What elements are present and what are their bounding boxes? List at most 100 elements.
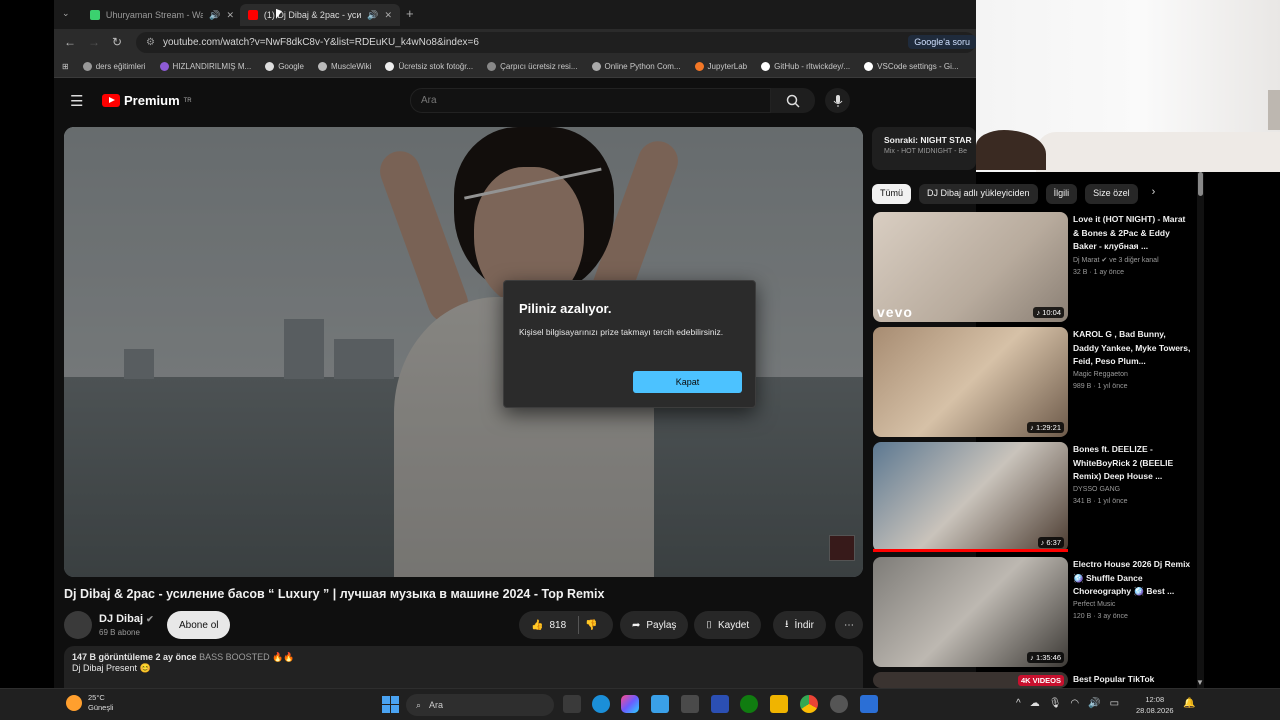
recommendation-views: 341 B · 1 yıl önce: [1073, 497, 1128, 505]
app-icon[interactable]: [681, 695, 699, 713]
kick-favicon-icon: [90, 10, 100, 20]
dialog-title: Piliniz azalıyor.: [519, 301, 612, 316]
subscribe-button[interactable]: Abone ol: [167, 611, 231, 639]
download-button[interactable]: ⭳ İndir: [773, 611, 826, 639]
recommendation-thumbnail[interactable]: vevo ♪ 10:04: [873, 212, 1073, 322]
forward-icon[interactable]: →: [88, 35, 100, 49]
bookmark-item[interactable]: ders eğitimleri: [82, 62, 146, 71]
site-info-icon[interactable]: ⚙: [146, 37, 155, 48]
microphone-icon: [833, 94, 842, 107]
like-icon[interactable]: 👍: [531, 620, 543, 631]
bookmark-item[interactable]: JupyterLab: [694, 62, 747, 71]
taskbar-search-placeholder: Ara: [429, 700, 444, 710]
voice-search-button[interactable]: [825, 88, 850, 113]
speaker-icon[interactable]: 🔊: [367, 10, 378, 21]
next-up-card[interactable]: Sonraki: NIGHT STAR Mix - HOT MIDNIGHT -…: [872, 127, 976, 170]
like-count[interactable]: 818: [549, 620, 566, 631]
view-count-date: 147 B görüntüleme 2 ay önce: [72, 652, 197, 662]
tab-close-icon[interactable]: ✕: [384, 10, 392, 21]
speaker-icon[interactable]: 🔊: [209, 10, 220, 21]
dislike-icon[interactable]: 👎: [585, 620, 597, 631]
recommendation-thumbnail[interactable]: ♪ 6:37: [873, 442, 1073, 552]
new-tab-button[interactable]: +: [406, 6, 414, 21]
task-view-icon[interactable]: [563, 695, 581, 713]
bookmark-item[interactable]: MuscleWiki: [317, 62, 371, 71]
share-button[interactable]: ➦ Paylaş: [620, 611, 689, 639]
tab-close-icon[interactable]: ✕: [226, 10, 234, 21]
page-scrollbar[interactable]: [1197, 172, 1204, 688]
volume-icon[interactable]: 🔊: [1088, 698, 1100, 709]
chip-for-you[interactable]: Size özel: [1085, 184, 1138, 204]
apps-icon[interactable]: ⊞: [62, 62, 69, 71]
scroll-down-arrow-icon[interactable]: ▼: [1196, 678, 1204, 687]
recommendation-thumbnail[interactable]: ♪ 1:35:46: [873, 557, 1073, 667]
bookmark-item[interactable]: Google: [265, 62, 304, 71]
bookmark-item[interactable]: Ücretsiz stok fotoğr...: [385, 62, 473, 71]
recommendation-info[interactable]: Best Popular TikTok: [1073, 673, 1193, 687]
low-battery-dialog: Piliniz azalıyor. Kişisel bilgisayarınız…: [503, 280, 756, 408]
bookmark-item[interactable]: Çarpıcı ücretsiz resi...: [487, 62, 578, 71]
tab-search-icon[interactable]: ⌄: [62, 8, 70, 19]
youtube-premium-logo[interactable]: Premium TR: [102, 93, 192, 108]
taskbar-search[interactable]: ⌕ Ara: [406, 694, 554, 716]
chip-all[interactable]: Tümü: [872, 184, 912, 204]
file-explorer-icon[interactable]: [770, 695, 788, 713]
youtube-header: ☰ Premium TR Ara: [54, 78, 976, 122]
search-button[interactable]: [771, 88, 815, 113]
xbox-icon[interactable]: [740, 695, 758, 713]
store-icon[interactable]: [651, 695, 669, 713]
copilot-icon[interactable]: [621, 695, 639, 713]
chevron-right-icon[interactable]: ›: [1146, 184, 1162, 204]
logo-region: TR: [183, 97, 192, 104]
app-icon[interactable]: [860, 695, 878, 713]
clock[interactable]: 12:08 28.08.2026: [1136, 694, 1174, 716]
wifi-icon[interactable]: ◠: [1070, 698, 1079, 709]
more-actions-button[interactable]: ⋯: [835, 611, 863, 639]
back-icon[interactable]: ←: [64, 35, 76, 49]
dialog-message: Kişisel bilgisayarınızı prize takmayı te…: [519, 327, 724, 337]
start-button[interactable]: [382, 696, 399, 713]
bookmark-icon: [159, 62, 169, 71]
edge-icon[interactable]: [592, 695, 610, 713]
recommendation-info[interactable]: Bones ft. DEELIZE - WhiteBoyRick 2 (BEEL…: [1073, 443, 1193, 505]
battery-icon[interactable]: ▭: [1110, 698, 1119, 709]
save-button[interactable]: ⌷ Kaydet: [694, 611, 762, 639]
bookmark-item[interactable]: GitHub - rltwickdey/...: [761, 62, 850, 71]
url-text: youtube.com/watch?v=NwF8dkC8v-Y&list=RDE…: [162, 37, 479, 48]
recommendation-thumbnail[interactable]: ♪ 1:29:21: [873, 327, 1073, 437]
bookmark-item[interactable]: Online Python Com...: [591, 62, 681, 71]
description-box[interactable]: 147 B görüntüleme 2 ay önce BASS BOOSTED…: [64, 646, 863, 688]
tab-strip: ⌄ Uhuryaman Stream - Watc 🔊 ✕ (1) Dj Dib…: [54, 0, 976, 29]
search-input[interactable]: Ara: [410, 88, 771, 113]
app-icon[interactable]: [830, 695, 848, 713]
menu-icon[interactable]: ☰: [70, 92, 83, 110]
chrome-icon[interactable]: [800, 695, 818, 713]
chip-uploader[interactable]: DJ Dibaj adlı yükleyiciden: [919, 184, 1038, 204]
notification-bell-icon[interactable]: 🔔: [1183, 698, 1195, 709]
bookmark-item[interactable]: HIZLANDIRILMIŞ M...: [159, 62, 251, 71]
scrollbar-thumb[interactable]: [1198, 172, 1203, 196]
reload-icon[interactable]: ↻: [112, 35, 122, 49]
sun-icon: [66, 695, 82, 711]
show-hidden-icons-icon[interactable]: ^: [1016, 698, 1021, 709]
channel-avatar[interactable]: [64, 611, 92, 639]
recommendation-info[interactable]: Electro House 2026 Dj Remix 🪩 Shuffle Da…: [1073, 558, 1193, 620]
channel-name[interactable]: DJ Dibaj ✔: [99, 613, 154, 625]
cloud-icon[interactable]: ☁: [1030, 698, 1040, 709]
bookmark-item[interactable]: VSCode settings - Gi...: [864, 62, 959, 71]
chip-related[interactable]: İlgili: [1045, 184, 1078, 204]
recommendation-info[interactable]: Love it (HOT NIGHT) - Marat & Bones & 2P…: [1073, 213, 1193, 276]
google-ask-chip[interactable]: Google'a soru: [908, 35, 976, 49]
bookmark-icon: [317, 62, 327, 71]
tab-youtube[interactable]: (1) Dj Dibaj & 2pac - усиле 🔊 ✕: [240, 4, 400, 26]
recommendation-info[interactable]: KAROL G , Bad Bunny, Daddy Yankee, Myke …: [1073, 328, 1193, 390]
tab-stream[interactable]: Uhuryaman Stream - Watc 🔊 ✕: [82, 4, 242, 26]
weather-widget[interactable]: 25°C Güneşli: [66, 693, 113, 713]
dialog-close-button[interactable]: Kapat: [633, 371, 742, 393]
left-letterbox: [0, 0, 54, 688]
address-bar[interactable]: ⚙ youtube.com/watch?v=NwF8dkC8v-Y&list=R…: [136, 32, 976, 53]
vscode-icon[interactable]: [711, 695, 729, 713]
microphone-icon[interactable]: 🎙: [1049, 698, 1062, 709]
recommendation-thumbnail[interactable]: 4K VIDEOS: [873, 672, 1073, 688]
weather-desc: Güneşli: [88, 703, 114, 712]
